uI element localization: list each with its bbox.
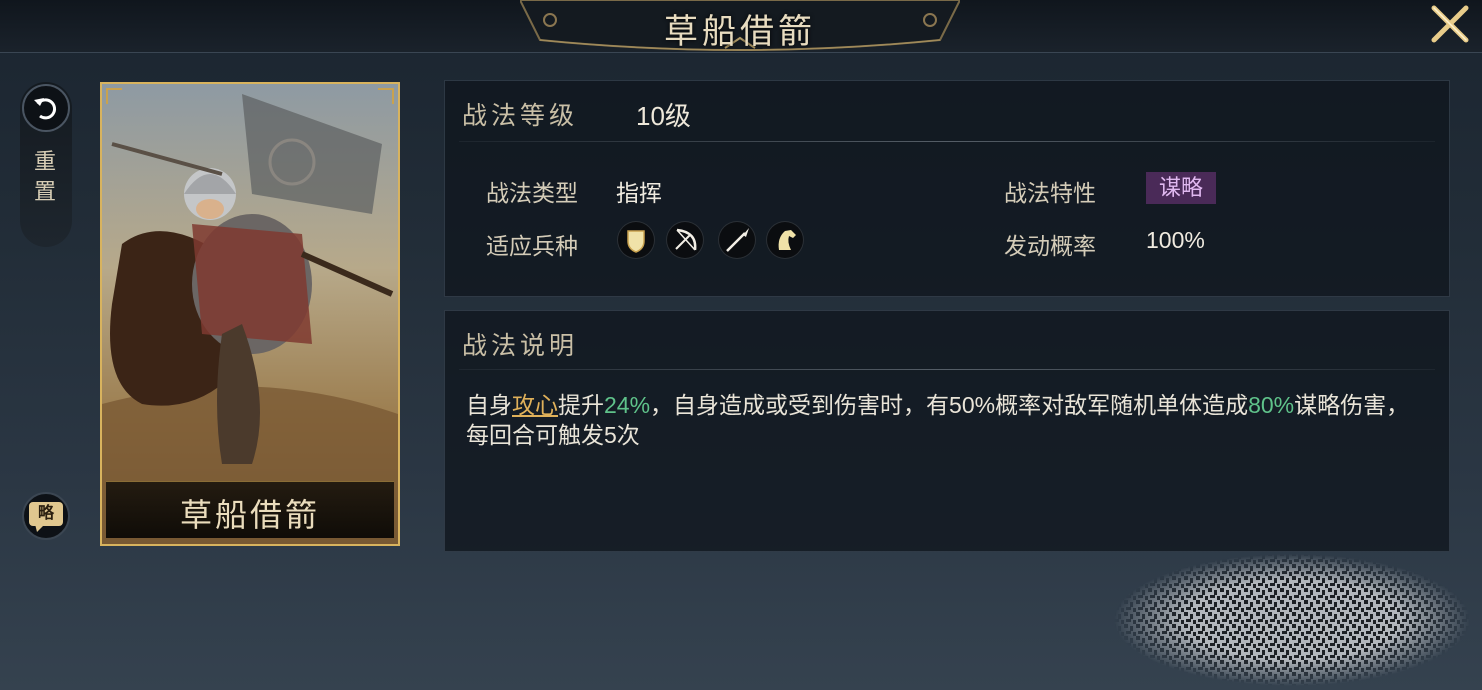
trait-label: 战法特性 — [1004, 180, 1096, 206]
close-icon — [1431, 5, 1469, 43]
card-name-bar: 草船借箭 — [106, 481, 394, 538]
horse-icon — [767, 222, 803, 258]
title-plaque: 草船借箭 — [520, 0, 960, 52]
brief-button[interactable]: 略 — [22, 492, 70, 540]
card-corner — [378, 88, 394, 104]
card-corner — [106, 88, 122, 104]
desc-text: ，自身造成或受到伤害时，有50%概率对敌军随机单体造成 — [650, 392, 1249, 418]
skill-description-text: 自身攻心提升24%，自身造成或受到伤害时，有50%概率对敌军随机单体造成80%谋… — [466, 390, 1426, 450]
trigger-value: 100% — [1146, 227, 1205, 253]
keyword-link[interactable]: 攻心 — [512, 392, 558, 418]
bow-icon — [667, 222, 703, 258]
card-name: 草船借箭 — [179, 496, 320, 534]
highlight-value: 80% — [1248, 392, 1295, 418]
close-button[interactable] — [1428, 4, 1472, 44]
level-label: 战法等级 — [462, 101, 579, 130]
level-value: 10级 — [636, 101, 691, 131]
divider — [459, 369, 1435, 370]
reset-label[interactable]: 重置 — [30, 148, 60, 208]
desc-text: 提升 — [558, 392, 604, 418]
shield-icon — [618, 222, 654, 258]
type-label: 战法类型 — [486, 180, 578, 206]
desc-text: 自身 — [466, 392, 512, 418]
description-title: 战法说明 — [462, 331, 579, 360]
type-value: 指挥 — [616, 180, 662, 206]
page-title: 草船借箭 — [664, 12, 816, 52]
skill-info-panel — [444, 80, 1450, 297]
trigger-label: 发动概率 — [1004, 233, 1096, 259]
skill-card: 草船借箭 — [100, 82, 400, 546]
trait-badge: 谋略 — [1146, 172, 1216, 204]
spear-icon — [719, 222, 755, 258]
undo-arrow-icon — [34, 98, 56, 120]
troops-label: 适应兵种 — [486, 233, 578, 259]
general-portrait-image — [102, 84, 398, 544]
watermark-noise — [1112, 552, 1472, 688]
reset-button[interactable] — [22, 84, 70, 132]
speech-bubble-icon — [35, 524, 45, 532]
brief-label: 略 — [29, 502, 63, 526]
divider — [459, 141, 1435, 142]
highlight-value: 24% — [604, 392, 651, 418]
